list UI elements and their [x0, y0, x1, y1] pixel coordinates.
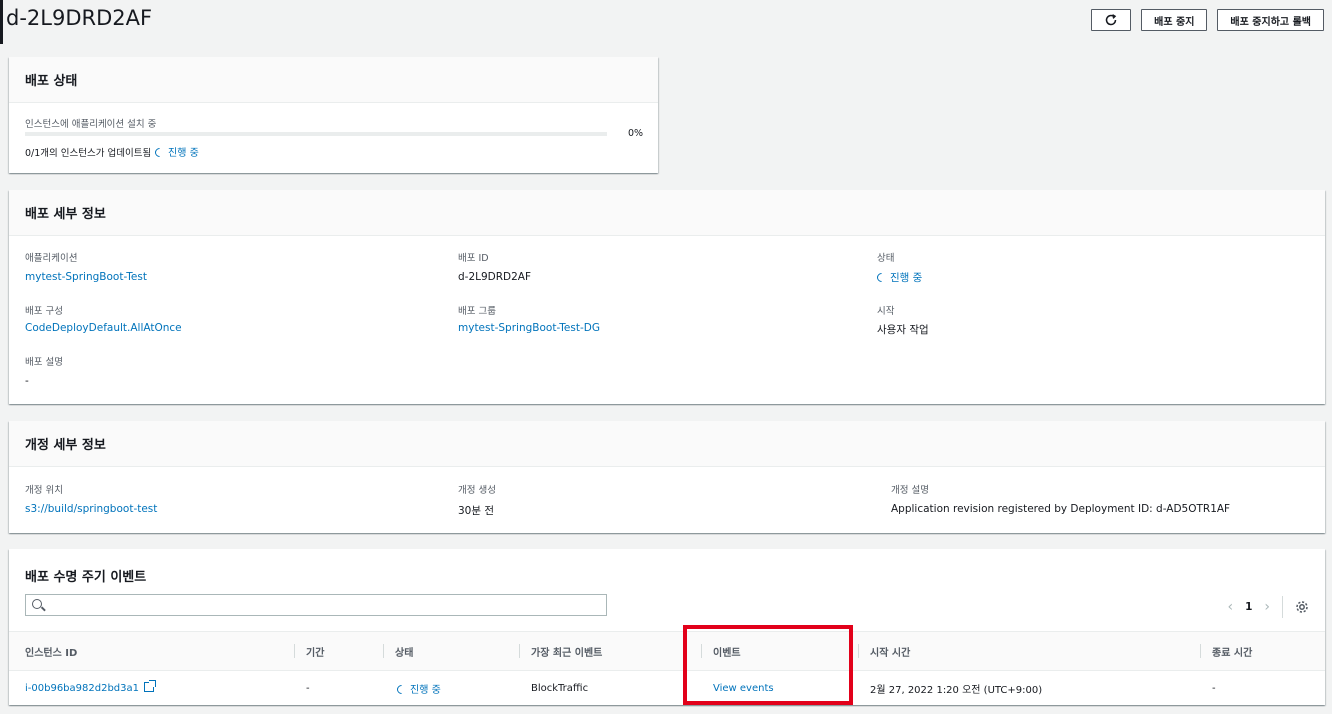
column-instance-id[interactable]: 인스턴스 ID: [25, 644, 77, 659]
progress-bar: [25, 132, 607, 136]
deployment-id-label: 배포 ID: [458, 253, 489, 264]
search-icon: [32, 599, 42, 609]
group-link[interactable]: mytest-SpringBoot-Test-DG: [458, 322, 600, 334]
page-title: d-2L9DRD2AF: [6, 6, 153, 30]
column-duration[interactable]: 기간: [293, 643, 324, 659]
chevron-right-icon[interactable]: ›: [1264, 599, 1270, 615]
status-label: 상태: [877, 253, 895, 264]
panel-title: 배포 세부 정보: [9, 190, 1325, 236]
status-cell: 진행 중: [395, 681, 441, 696]
pager-divider: [1282, 596, 1283, 618]
description-label: 배포 설명: [25, 357, 63, 368]
highlight-box: [683, 625, 853, 705]
end-time-cell: -: [1212, 682, 1216, 694]
group-label: 배포 그룹: [458, 306, 496, 317]
column-end-time[interactable]: 종료 시간: [1199, 643, 1252, 659]
gear-icon[interactable]: [1295, 600, 1309, 614]
config-label: 배포 구성: [25, 306, 63, 317]
panel-title: 개정 세부 정보: [9, 421, 1325, 467]
revision-created-value: 30분 전: [458, 505, 495, 517]
revision-details-panel: 개정 세부 정보 개정 위치 s3://build/springboot-tes…: [9, 421, 1325, 533]
panel-title: 배포 수명 주기 이벤트: [25, 570, 147, 585]
deployment-status-panel: 배포 상태 인스턴스에 애플리케이션 설치 중 0% 0/1개의 인스턴스가 업…: [9, 57, 658, 173]
revision-location-label: 개정 위치: [25, 485, 63, 496]
top-actions: 배포 중지 배포 중지하고 롤백: [1091, 9, 1324, 31]
instances-updated-text: 0/1개의 인스턴스가 업데이트됨: [25, 148, 152, 159]
panel-title: 배포 상태: [9, 57, 658, 103]
start-label: 시작: [877, 306, 895, 317]
column-status[interactable]: 상태: [382, 643, 413, 659]
pagination: ‹ 1 ›: [1227, 596, 1309, 618]
left-edge-bar: [0, 0, 3, 44]
revision-location-link[interactable]: s3://build/springboot-test: [25, 503, 157, 515]
stop-deployment-button[interactable]: 배포 중지: [1141, 9, 1208, 31]
revision-created-label: 개정 생성: [458, 485, 496, 496]
description-value: -: [25, 375, 29, 387]
progress-percent: 0%: [628, 128, 644, 139]
lifecycle-events-panel: 배포 수명 주기 이벤트 ‹ 1 › 인스턴스 ID 기간 상태 가장 최근 이…: [9, 549, 1325, 705]
status-text: 진행 중: [168, 148, 199, 159]
search-field[interactable]: [48, 597, 598, 613]
spinner-icon: [875, 271, 888, 284]
progress-step-label: 인스턴스에 애플리케이션 설치 중: [25, 119, 157, 130]
table-row: i-00b96ba982d2bd3a1 - 진행 중 BlockTraffic …: [9, 671, 1325, 705]
status-text: 진행 중: [890, 272, 923, 284]
status-text: 진행 중: [410, 684, 441, 696]
revision-description-label: 개정 설명: [891, 485, 929, 496]
revision-description-value: Application revision registered by Deplo…: [891, 503, 1231, 515]
application-label: 애플리케이션: [25, 253, 78, 264]
latest-event-cell: BlockTraffic: [531, 682, 589, 694]
page-number[interactable]: 1: [1245, 601, 1252, 613]
instance-id-text: i-00b96ba982d2bd3a1: [25, 683, 140, 694]
column-latest-event[interactable]: 가장 최근 이벤트: [518, 643, 602, 659]
status-in-progress: 진행 중: [153, 144, 199, 159]
stop-and-rollback-button[interactable]: 배포 중지하고 롤백: [1217, 9, 1324, 31]
deployment-id-value: d-2L9DRD2AF: [458, 271, 532, 283]
chevron-left-icon[interactable]: ‹: [1227, 599, 1233, 615]
instance-id-link[interactable]: i-00b96ba982d2bd3a1: [25, 680, 157, 694]
start-value: 사용자 작업: [877, 324, 929, 336]
search-input[interactable]: [25, 594, 607, 616]
config-link[interactable]: CodeDeployDefault.AllAtOnce: [25, 322, 182, 334]
refresh-icon: [1105, 14, 1117, 26]
application-link[interactable]: mytest-SpringBoot-Test: [25, 271, 147, 283]
refresh-button[interactable]: [1091, 9, 1132, 31]
column-start-time[interactable]: 시작 시간: [857, 643, 910, 659]
start-time-cell: 2월 27, 2022 1:20 오전 (UTC+9:00): [870, 684, 1043, 696]
status-value: 진행 중: [875, 270, 923, 285]
table-header: 인스턴스 ID 기간 상태 가장 최근 이벤트 이벤트 시작 시간 종료 시간: [9, 631, 1325, 671]
deployment-details-panel: 배포 세부 정보 애플리케이션 mytest-SpringBoot-Test 배…: [9, 190, 1325, 404]
spinner-icon: [395, 682, 408, 696]
external-link-icon: [144, 680, 157, 692]
duration-cell: -: [306, 682, 310, 694]
spinner-icon: [153, 146, 166, 159]
